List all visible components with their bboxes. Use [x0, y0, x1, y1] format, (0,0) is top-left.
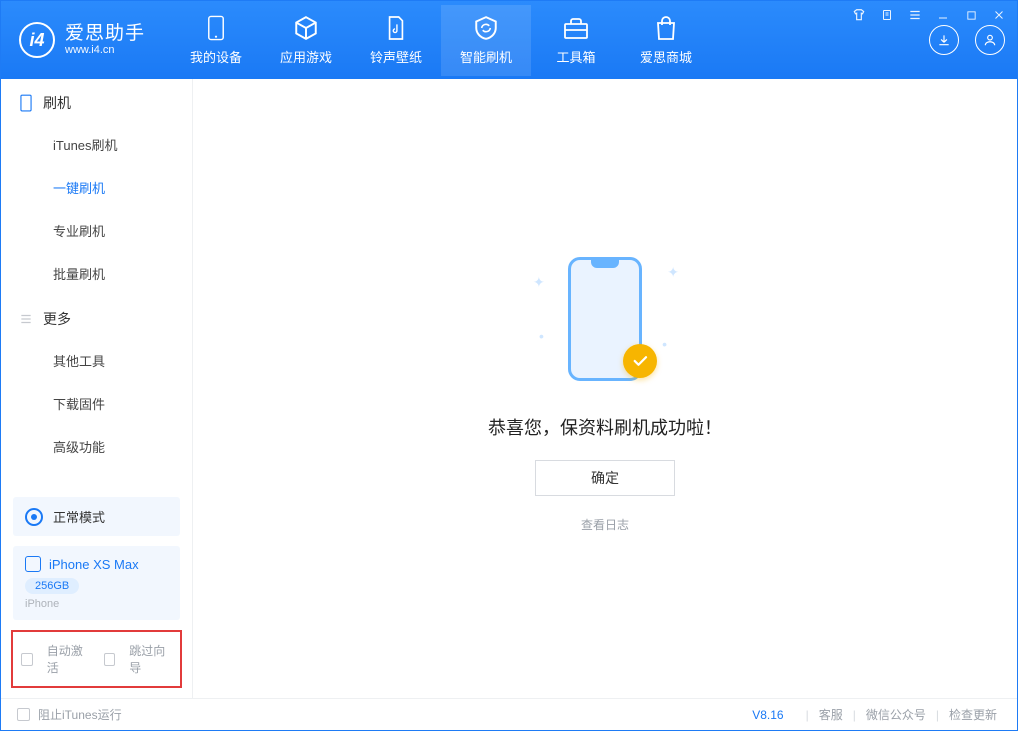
sparkle-icon: ✦ — [533, 274, 545, 291]
sparkle-icon: ✦ — [667, 264, 679, 281]
download-button[interactable] — [929, 25, 959, 55]
sidebar-item-download-firmware[interactable]: 下载固件 — [1, 382, 192, 425]
main-content: ✦ ✦ • • 恭喜您，保资料刷机成功啦！ 确定 查看日志 — [193, 79, 1017, 698]
option-skip-guide-label: 跳过向导 — [129, 642, 172, 676]
cube-icon — [293, 15, 319, 41]
status-link-support[interactable]: 客服 — [815, 706, 847, 723]
device-capacity: 256GB — [25, 578, 79, 594]
status-link-update[interactable]: 检查更新 — [945, 706, 1001, 723]
mode-label: 正常模式 — [53, 507, 105, 526]
note-icon[interactable] — [879, 7, 895, 23]
phone-outline-icon — [19, 94, 33, 112]
sparkle-icon: • — [662, 336, 667, 352]
phone-icon — [203, 15, 229, 41]
shirt-icon[interactable] — [851, 7, 867, 23]
statusbar: 阻止iTunes运行 V8.16 | 客服 | 微信公众号 | 检查更新 — [1, 698, 1017, 730]
toolbox-icon — [563, 15, 589, 41]
success-illustration: ✦ ✦ • • — [525, 244, 685, 394]
refresh-shield-icon — [473, 15, 499, 41]
checkbox-skip-guide[interactable] — [104, 653, 116, 666]
bag-icon — [653, 15, 679, 41]
options-box: 自动激活 跳过向导 — [11, 630, 182, 688]
version-label: V8.16 — [752, 708, 783, 722]
app-window: i4 爱思助手 www.i4.cn 我的设备 应用游戏 铃声壁纸 智能刷机 — [0, 0, 1018, 731]
nav-toolbox[interactable]: 工具箱 — [531, 5, 621, 76]
sidebar-item-itunes-flash[interactable]: iTunes刷机 — [1, 123, 192, 166]
sidebar-group-title: 更多 — [43, 309, 71, 329]
sidebar-item-pro-flash[interactable]: 专业刷机 — [1, 209, 192, 252]
window-controls — [851, 7, 1007, 23]
block-itunes-label: 阻止iTunes运行 — [38, 706, 122, 723]
list-icon — [19, 312, 33, 326]
header-right-actions — [929, 25, 1005, 55]
mode-card[interactable]: 正常模式 — [13, 497, 180, 536]
app-logo: i4 爱思助手 www.i4.cn — [19, 22, 145, 58]
sparkle-icon: • — [539, 328, 544, 344]
sidebar-item-batch-flash[interactable]: 批量刷机 — [1, 252, 192, 295]
sidebar-group-more: 更多 — [1, 295, 192, 339]
nav-apps-games[interactable]: 应用游戏 — [261, 5, 351, 76]
app-name: 爱思助手 — [65, 24, 145, 45]
user-button[interactable] — [975, 25, 1005, 55]
top-nav: 我的设备 应用游戏 铃声壁纸 智能刷机 工具箱 爱思商城 — [171, 5, 711, 76]
sidebar-item-oneclick-flash[interactable]: 一键刷机 — [1, 166, 192, 209]
nav-label: 智能刷机 — [460, 47, 512, 66]
view-log-link[interactable]: 查看日志 — [581, 516, 629, 533]
body: 刷机 iTunes刷机 一键刷机 专业刷机 批量刷机 更多 其他工具 下载固件 … — [1, 79, 1017, 698]
maximize-icon[interactable] — [963, 7, 979, 23]
nav-label: 铃声壁纸 — [370, 47, 422, 66]
success-check-badge — [623, 344, 657, 378]
sidebar-group-title: 刷机 — [43, 93, 71, 113]
success-message: 恭喜您，保资料刷机成功啦！ — [488, 414, 722, 440]
sidebar-item-other-tools[interactable]: 其他工具 — [1, 339, 192, 382]
device-card[interactable]: iPhone XS Max 256GB iPhone — [13, 546, 180, 620]
nav-label: 爱思商城 — [640, 47, 692, 66]
device-type: iPhone — [25, 598, 168, 610]
sidebar: 刷机 iTunes刷机 一键刷机 专业刷机 批量刷机 更多 其他工具 下载固件 … — [1, 79, 193, 698]
status-link-wechat[interactable]: 微信公众号 — [862, 706, 930, 723]
nav-smart-flash[interactable]: 智能刷机 — [441, 5, 531, 76]
device-name: iPhone XS Max — [49, 557, 139, 572]
app-url: www.i4.cn — [65, 44, 145, 56]
nav-ringtone-wallpaper[interactable]: 铃声壁纸 — [351, 5, 441, 76]
device-icon — [25, 556, 41, 572]
nav-label: 我的设备 — [190, 47, 242, 66]
ok-button[interactable]: 确定 — [535, 460, 675, 496]
logo-badge-icon: i4 — [19, 22, 55, 58]
menu-icon[interactable] — [907, 7, 923, 23]
minimize-icon[interactable] — [935, 7, 951, 23]
checkbox-auto-activate[interactable] — [21, 653, 33, 666]
close-icon[interactable] — [991, 7, 1007, 23]
music-file-icon — [383, 15, 409, 41]
nav-label: 工具箱 — [557, 47, 596, 66]
option-auto-activate-label: 自动激活 — [47, 642, 90, 676]
nav-label: 应用游戏 — [280, 47, 332, 66]
nav-store[interactable]: 爱思商城 — [621, 5, 711, 76]
checkbox-block-itunes[interactable] — [17, 708, 30, 721]
nav-my-device[interactable]: 我的设备 — [171, 5, 261, 76]
mode-icon — [25, 508, 43, 526]
sidebar-item-advanced[interactable]: 高级功能 — [1, 425, 192, 468]
sidebar-group-flash: 刷机 — [1, 79, 192, 123]
